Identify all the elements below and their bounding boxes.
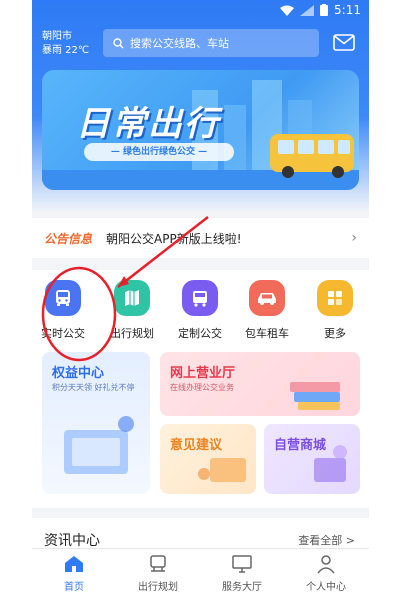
quick-action-label: 包车租车 — [245, 327, 289, 340]
notice-bar[interactable]: 公告信息 朝阳公交APP新版上线啦! › — [32, 218, 369, 258]
quick-action-realtime-bus[interactable]: 实时公交 — [35, 280, 91, 341]
home-icon — [65, 556, 83, 572]
banner-title: 日常出行 — [76, 104, 220, 144]
custom-bus-icon — [182, 280, 218, 316]
monitor-icon — [232, 555, 252, 573]
tab-label: 服务大厅 — [222, 582, 262, 593]
grid-icon — [317, 280, 353, 316]
weather-text: 暴雨 22℃ — [42, 45, 90, 56]
news-section: 资讯中心 查看全部 > — [32, 518, 369, 552]
quick-action-charter[interactable]: 包车租车 — [239, 280, 295, 341]
quick-action-label: 出行规划 — [110, 327, 154, 340]
battery-icon — [320, 4, 329, 16]
car-icon — [249, 280, 285, 316]
feedback-illustration — [198, 458, 246, 482]
quick-action-label: 定制公交 — [178, 327, 222, 340]
map-icon — [114, 280, 150, 316]
quick-actions: 实时公交 出行规划 定制公交 包车租车 更多 — [32, 270, 369, 348]
status-time: 5:11 — [334, 3, 361, 17]
person-icon — [317, 555, 335, 574]
quick-action-trip-planning[interactable]: 出行规划 — [104, 280, 160, 341]
rights-illustration — [64, 416, 134, 474]
search-input[interactable]: 搜索公交线路、车站 — [103, 29, 319, 57]
app-screen: 5:11 朝阳市 暴雨 22℃ 搜索公交线路、车站 日常出行 — 绿色出行绿色公… — [32, 0, 369, 600]
search-icon — [113, 37, 124, 48]
view-all-link[interactable]: 查看全部 > — [298, 532, 355, 548]
bus-icon — [45, 280, 81, 316]
quick-action-label: 更多 — [324, 327, 346, 340]
search-placeholder: 搜索公交线路、车站 — [130, 37, 229, 50]
signal-icon — [300, 4, 315, 16]
tab-label: 首页 — [64, 582, 84, 593]
tab-trip-planning[interactable]: 出行规划 — [116, 554, 200, 593]
news-title: 资讯中心 — [44, 533, 100, 549]
books-illustration — [290, 382, 340, 410]
quick-action-custom-bus[interactable]: 定制公交 — [172, 280, 228, 341]
header-area: 5:11 朝阳市 暴雨 22℃ 搜索公交线路、车站 日常出行 — 绿色出行绿色公… — [32, 0, 369, 210]
status-bar: 5:11 — [280, 3, 361, 17]
bottom-tab-bar: 首页 出行规划 服务大厅 个人中心 — [32, 548, 369, 600]
service-cards: 权益中心 积分天天领 好礼兑不停 网上营业厅 在线办理公交业务 意见建议 自营商… — [32, 348, 369, 508]
mall-illustration — [314, 445, 347, 482]
banner-subtitle: — 绿色出行绿色公交 — — [84, 143, 234, 161]
city-weather[interactable]: 朝阳市 暴雨 22℃ — [42, 30, 89, 58]
quick-action-label: 实时公交 — [41, 327, 85, 340]
notice-text: 朝阳公交APP新版上线啦! — [106, 231, 242, 246]
bus-illustration — [270, 134, 354, 178]
city-name: 朝阳市 — [42, 31, 72, 42]
route-icon — [150, 555, 166, 572]
tab-profile[interactable]: 个人中心 — [284, 554, 368, 593]
quick-action-more[interactable]: 更多 — [307, 280, 363, 341]
rights-center-card[interactable]: 权益中心 积分天天领 好礼兑不停 — [42, 352, 150, 494]
feedback-card[interactable]: 意见建议 — [160, 424, 256, 494]
tab-service-hall[interactable]: 服务大厅 — [200, 554, 284, 593]
tab-label: 出行规划 — [138, 582, 178, 593]
chevron-right-icon: › — [351, 230, 357, 246]
mail-icon[interactable] — [333, 34, 355, 51]
notice-tag: 公告信息 — [44, 231, 93, 246]
self-mall-card[interactable]: 自营商城 — [264, 424, 360, 494]
online-hall-card[interactable]: 网上营业厅 在线办理公交业务 — [160, 352, 360, 416]
wifi-icon — [280, 5, 295, 16]
tab-home[interactable]: 首页 — [32, 554, 116, 593]
tab-label: 个人中心 — [306, 582, 346, 593]
promo-banner[interactable]: 日常出行 — 绿色出行绿色公交 — — [42, 70, 359, 190]
